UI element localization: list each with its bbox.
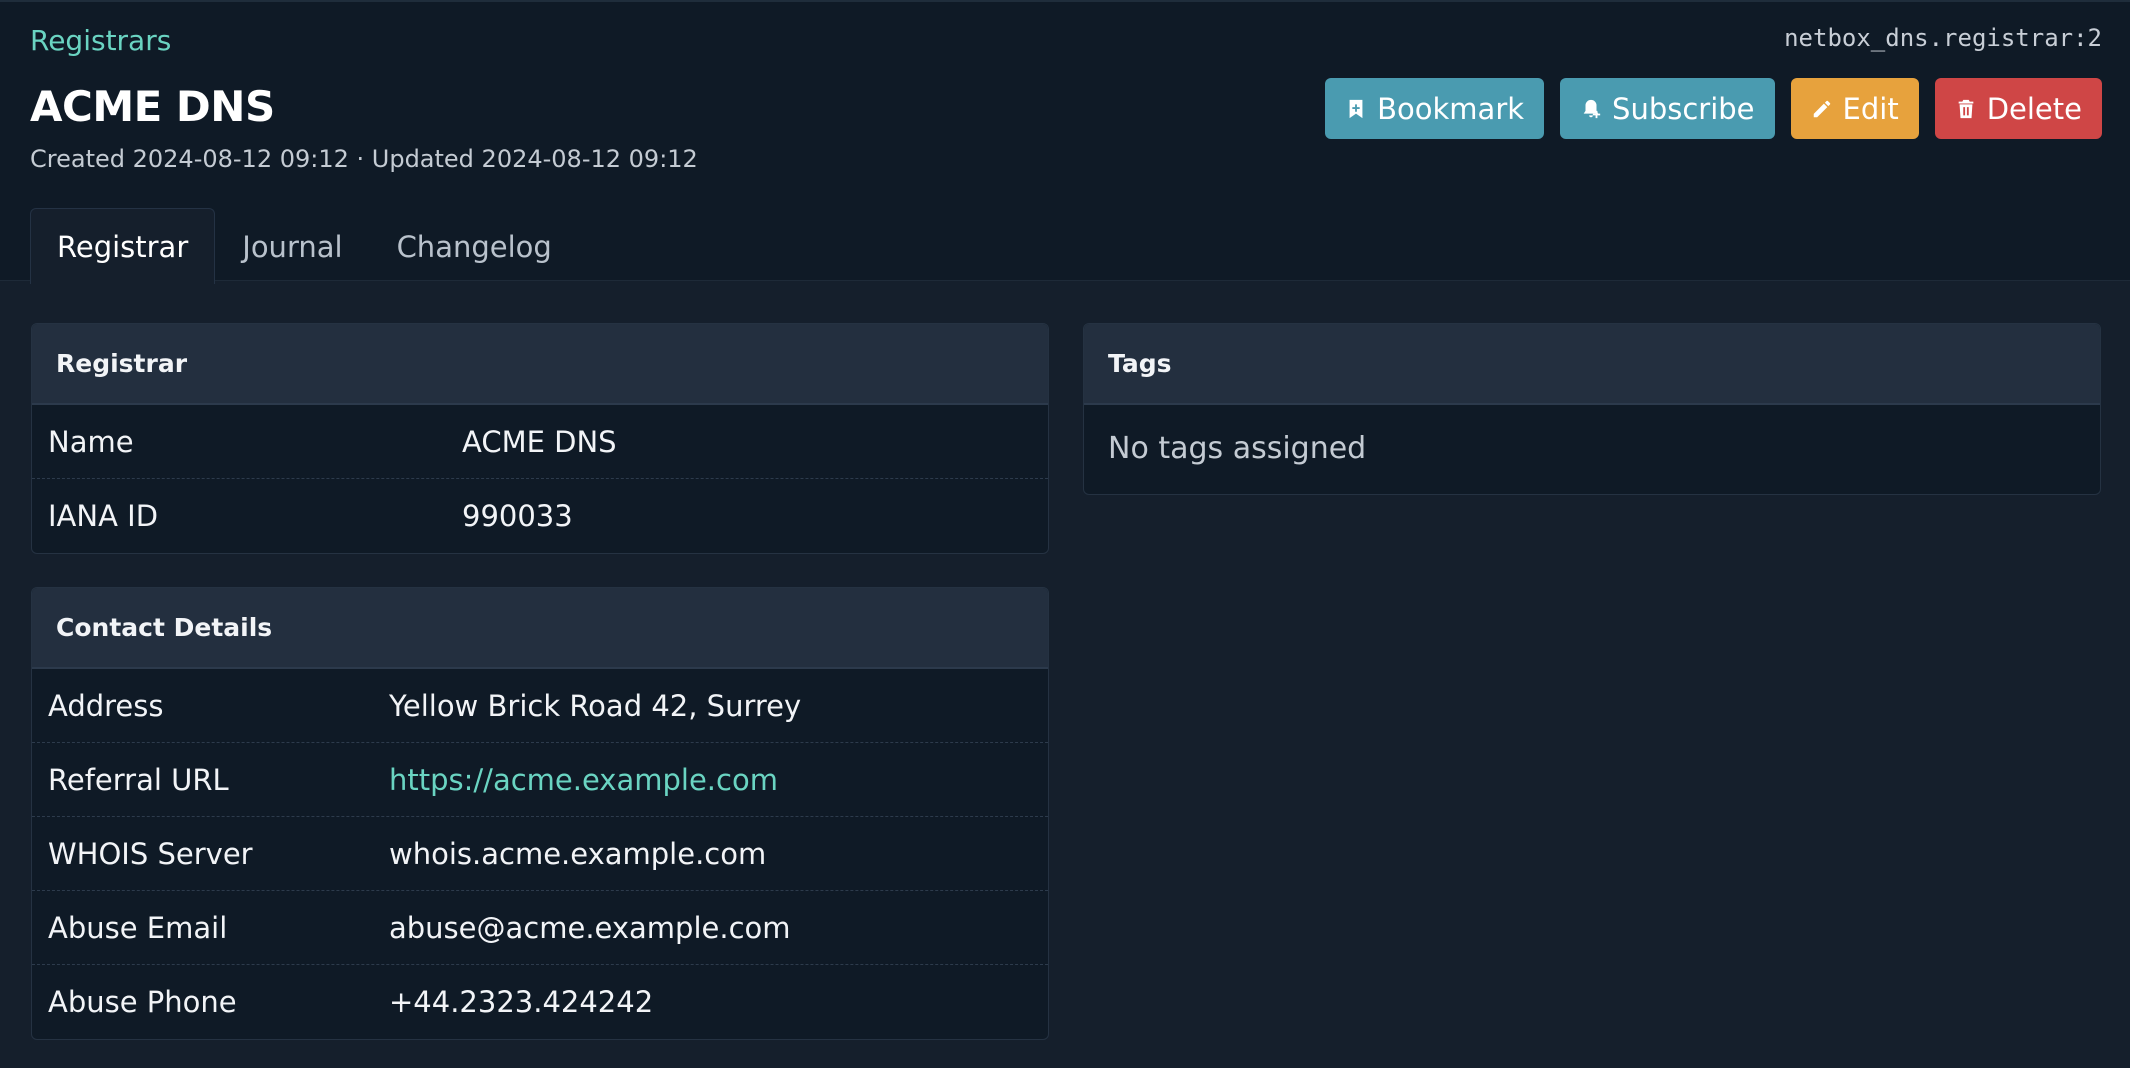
action-buttons: Bookmark Subscribe Edit Delete	[1325, 78, 2102, 139]
created-updated-meta: Created 2024-08-12 09:12 · Updated 2024-…	[30, 145, 698, 173]
delete-label: Delete	[1986, 91, 2082, 126]
row-label: Referral URL	[48, 762, 229, 797]
row-label: Address	[48, 688, 164, 723]
row-label: Name	[48, 424, 134, 459]
row-value: whois.acme.example.com	[389, 836, 767, 871]
tab-journal[interactable]: Journal	[215, 208, 369, 284]
row-value: +44.2323.424242	[389, 985, 654, 1019]
subscribe-label: Subscribe	[1612, 91, 1755, 126]
delete-button[interactable]: Delete	[1934, 78, 2102, 139]
edit-button[interactable]: Edit	[1790, 78, 1919, 139]
tab-changelog[interactable]: Changelog	[370, 208, 579, 284]
subscribe-button[interactable]: Subscribe	[1560, 78, 1775, 139]
row-label: IANA ID	[48, 499, 159, 533]
table-row: IANA ID 990033	[32, 479, 1048, 553]
row-label: Abuse Email	[48, 910, 228, 945]
table-row: Referral URL https://acme.example.com	[32, 743, 1048, 817]
object-identifier: netbox_dns.registrar:2	[1784, 24, 2102, 52]
pencil-icon	[1813, 100, 1830, 117]
table-row: Name ACME DNS	[32, 405, 1048, 479]
row-label: Abuse Phone	[48, 985, 237, 1019]
bookmark-label: Bookmark	[1377, 91, 1525, 126]
contact-details-card: Contact Details Address Yellow Brick Roa…	[31, 587, 1049, 1040]
tags-card: Tags No tags assigned	[1083, 323, 2101, 495]
table-row: WHOIS Server whois.acme.example.com	[32, 817, 1048, 891]
no-tags-text: No tags assigned	[1108, 431, 1367, 466]
tab-registrar[interactable]: Registrar	[30, 208, 216, 284]
trash-icon	[1958, 99, 1974, 118]
breadcrumb-registrars[interactable]: Registrars	[30, 24, 171, 57]
bookmark-button[interactable]: Bookmark	[1325, 78, 1545, 139]
registrar-card-header: Registrar	[32, 324, 1048, 405]
row-value: ACME DNS	[462, 424, 617, 459]
tab-bar: Registrar Journal Changelog	[30, 208, 579, 284]
referral-url-link[interactable]: https://acme.example.com	[389, 763, 778, 797]
contact-card-header: Contact Details	[32, 588, 1048, 669]
row-label: WHOIS Server	[48, 836, 253, 871]
bell-plus-icon	[1583, 99, 1601, 118]
bookmark-icon	[1349, 99, 1363, 118]
table-row: Abuse Phone +44.2323.424242	[32, 965, 1048, 1039]
table-row: Abuse Email abuse@acme.example.com	[32, 891, 1048, 965]
row-value: abuse@acme.example.com	[389, 910, 791, 945]
row-value: 990033	[462, 499, 573, 533]
edit-label: Edit	[1842, 91, 1899, 126]
page-header: Registrars netbox_dns.registrar:2 ACME D…	[0, 0, 2130, 284]
table-row: Address Yellow Brick Road 42, Surrey	[32, 669, 1048, 743]
page-title: ACME DNS	[30, 82, 275, 131]
registrar-card: Registrar Name ACME DNS IANA ID 990033	[31, 323, 1049, 554]
row-value: Yellow Brick Road 42, Surrey	[389, 688, 802, 723]
tags-card-header: Tags	[1084, 324, 2100, 405]
